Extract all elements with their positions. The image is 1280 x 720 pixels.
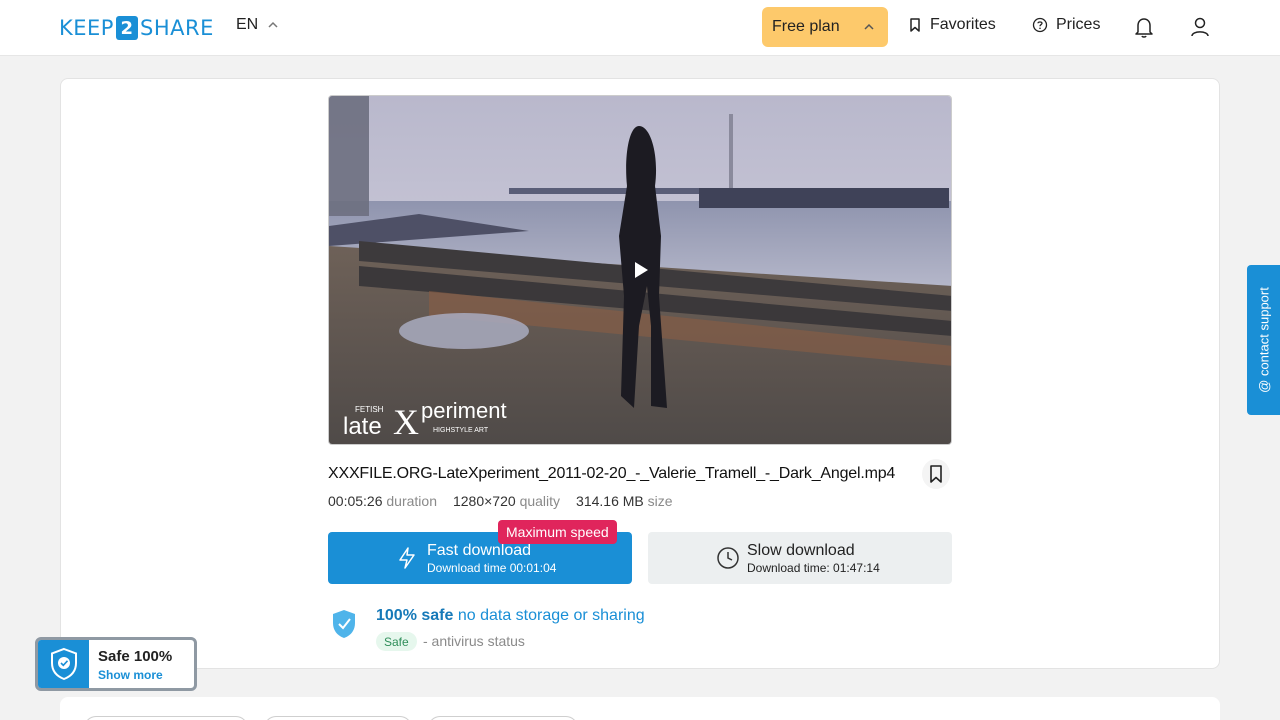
size: 314.16 MB size [576, 493, 673, 509]
chevron-up-icon [864, 23, 874, 30]
fast-download-title: Fast download [427, 542, 532, 559]
logo-number: 2 [115, 16, 138, 40]
bottom-section [60, 697, 1220, 720]
watermark-main-2: X [393, 402, 419, 442]
safe-widget[interactable]: Safe 100% Show more [35, 637, 197, 691]
quality-label: quality [519, 493, 561, 509]
shield-check-icon [333, 610, 355, 638]
slow-download-time: Download time: 01:47:14 [747, 561, 880, 575]
contact-support-tab[interactable]: @ contact support [1247, 265, 1280, 415]
antivirus-status-label: - antivirus status [423, 633, 525, 649]
slow-download-button[interactable]: Slow download Download time: 01:47:14 [648, 532, 952, 584]
quality-value: 1280×720 [452, 493, 516, 509]
file-meta: 00:05:26 duration 1280×720 quality 314.1… [328, 493, 673, 509]
contact-support-label: @ contact support [1256, 287, 1271, 393]
lightning-icon [399, 547, 415, 569]
bottom-tab-3[interactable] [428, 716, 578, 720]
play-icon[interactable] [631, 260, 651, 280]
antivirus-safe-tag: Safe [376, 632, 417, 651]
user-icon [1191, 17, 1209, 37]
size-value: 314.16 MB [576, 493, 644, 509]
show-more-link[interactable]: Show more [98, 668, 163, 682]
top-header: KEEP 2 SHARE EN Free plan Favorites Pric… [0, 0, 1280, 56]
video-preview[interactable]: FETISH late X periment HIGHSTYLE ART [328, 95, 952, 445]
chevron-up-icon [268, 21, 278, 28]
bottom-tab-1[interactable] [84, 716, 248, 720]
free-plan-button[interactable]: Free plan [762, 7, 888, 47]
safe-widget-icon-box [38, 640, 89, 688]
duration-label: duration [386, 493, 437, 509]
duration-value: 00:05:26 [328, 493, 383, 509]
shield-check-icon [50, 647, 77, 681]
language-selector[interactable]: EN [236, 16, 280, 34]
account-button[interactable] [1188, 14, 1212, 40]
language-label: EN [236, 16, 259, 33]
plan-label: Free plan [772, 18, 840, 35]
favorites-link[interactable]: Favorites [908, 16, 996, 34]
safe-widget-title: Safe 100% [98, 648, 173, 665]
logo-text-left: KEEP [59, 16, 114, 40]
bookmark-icon [910, 18, 920, 32]
duration: 00:05:26 duration [328, 493, 437, 509]
keep2share-logo[interactable]: KEEP 2 SHARE [59, 14, 214, 42]
watermark-main-1: late [343, 413, 382, 440]
help-circle-icon [1032, 17, 1048, 33]
add-to-favorites-button[interactable] [922, 459, 950, 489]
quality: 1280×720 quality [453, 493, 560, 509]
watermark-sub: HIGHSTYLE ART [433, 427, 489, 434]
bell-icon [1135, 18, 1153, 38]
prices-label: Prices [1056, 16, 1101, 33]
bookmark-icon [930, 465, 942, 483]
watermark-main-3: periment [421, 398, 507, 423]
size-label: size [647, 493, 673, 509]
notifications-button[interactable] [1132, 14, 1156, 40]
clock-icon [717, 547, 739, 569]
max-speed-badge: Maximum speed [498, 520, 617, 544]
safety-title-rest: no data storage or sharing [453, 607, 645, 624]
safety-title: 100% safe no data storage or sharing [376, 607, 645, 625]
logo-text-right: SHARE [139, 16, 214, 40]
file-name: XXXFILE.ORG-LateXperiment_2011-02-20_-_V… [328, 465, 896, 482]
slow-download-title: Slow download [747, 542, 855, 559]
bottom-tab-2[interactable] [264, 716, 412, 720]
safety-title-bold: 100% safe [376, 607, 454, 624]
fast-download-time: Download time 00:01:04 [427, 561, 557, 575]
prices-link[interactable]: Prices [1032, 16, 1100, 34]
favorites-label: Favorites [930, 16, 996, 33]
